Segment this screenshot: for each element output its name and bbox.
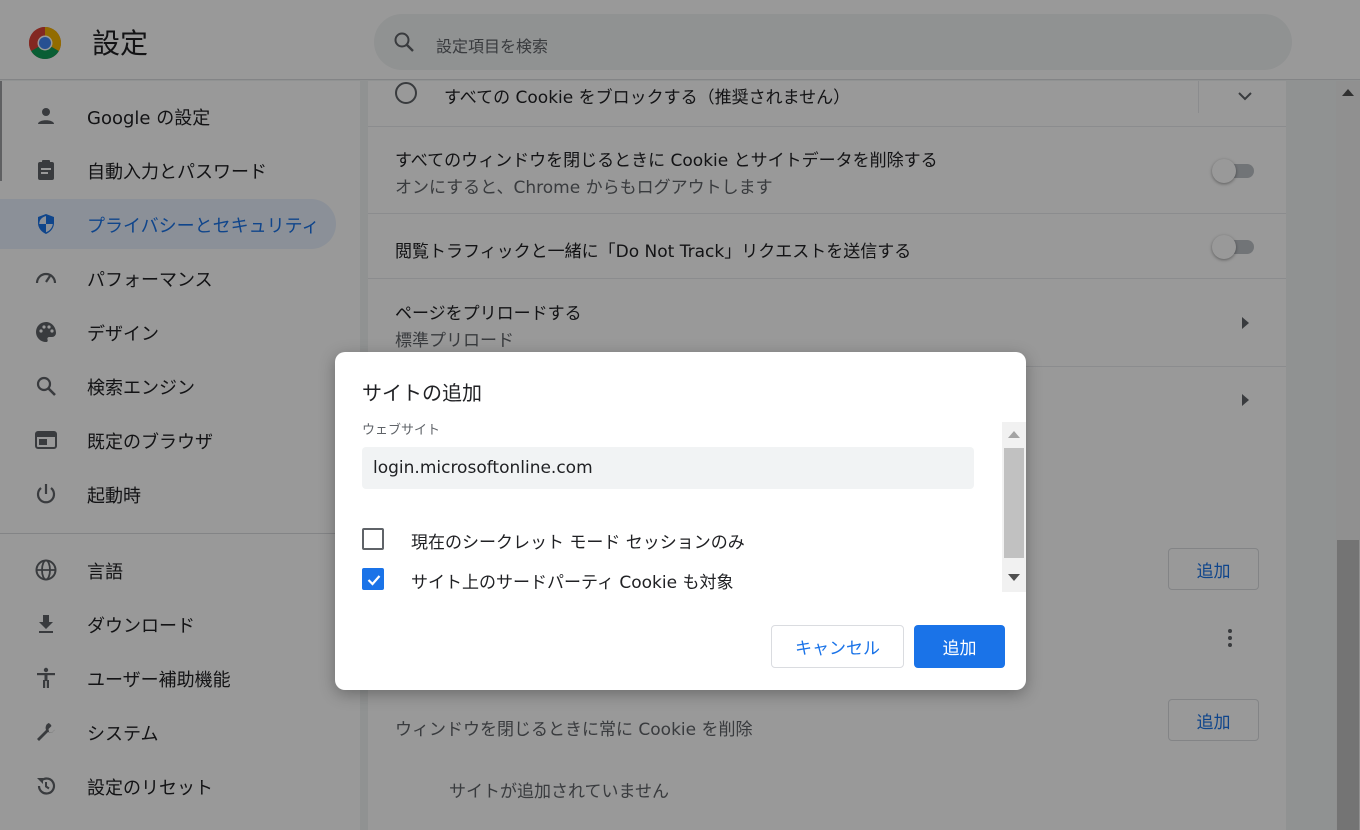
incognito-only-label: 現在のシークレット モード セッションのみ [411, 533, 745, 553]
scroll-up-arrow-icon[interactable] [1008, 431, 1020, 438]
dialog-scroll-thumb[interactable] [1004, 448, 1024, 558]
checkmark-icon [367, 575, 381, 586]
third-party-label: サイト上のサードパーティ Cookie も対象 [411, 573, 734, 593]
dialog-title: サイトの追加 [362, 381, 482, 405]
cancel-button[interactable]: キャンセル [771, 625, 904, 668]
website-input[interactable] [362, 447, 974, 489]
dialog-scrollbar[interactable] [1002, 422, 1026, 592]
website-field-label: ウェブサイト [362, 423, 441, 438]
third-party-checkbox[interactable] [362, 568, 384, 590]
scroll-down-arrow-icon[interactable] [1008, 574, 1020, 581]
add-button[interactable]: 追加 [914, 625, 1005, 668]
incognito-only-checkbox[interactable] [362, 528, 384, 550]
add-site-dialog: サイトの追加 ウェブサイト 現在のシークレット モード セッションのみ サイト上… [335, 352, 1026, 690]
